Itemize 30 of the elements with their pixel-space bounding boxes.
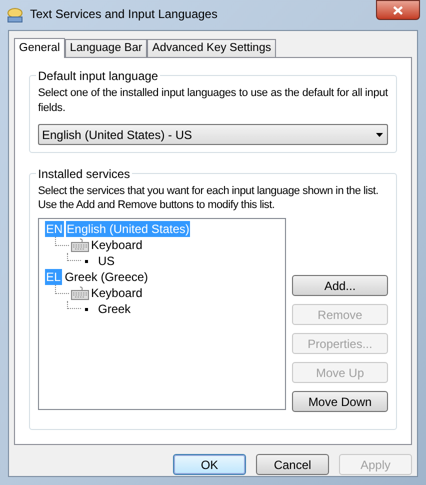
tab[interactable]: Advanced Key Settings xyxy=(147,39,276,57)
group-description: Select the services that you want for each input language shown in the list. xyxy=(38,184,378,198)
tree-item[interactable]: US xyxy=(98,253,115,269)
tab[interactable]: General xyxy=(14,38,65,58)
tree-item[interactable]: Keyboard xyxy=(91,237,142,253)
keyboard-icon xyxy=(71,238,89,252)
close-button[interactable] xyxy=(376,0,420,20)
app-icon xyxy=(7,7,23,23)
dropdown-value: English (United States) - US xyxy=(42,128,194,140)
bullet-icon xyxy=(85,308,88,310)
dialog-button[interactable]: Add... xyxy=(292,275,388,296)
group-description: Select one of the installed input languages to use as the default for all input fields. xyxy=(38,86,388,116)
keyboard-icon xyxy=(71,286,89,300)
language-dropdown[interactable]: English (United States) - US xyxy=(38,124,388,145)
dialog-button[interactable]: OK xyxy=(173,454,246,475)
tab[interactable]: Language Bar xyxy=(64,39,148,57)
dialog-button[interactable]: Move Down xyxy=(292,391,388,412)
services-tree[interactable]: EN English (United States) Keyboard US EL Greek (Greece) Keyboard Greek xyxy=(38,218,286,410)
dialog-button[interactable]: Cancel xyxy=(256,454,329,475)
tree-item[interactable]: Greek xyxy=(98,301,131,317)
tree-item[interactable]: Greek (Greece) xyxy=(64,269,150,285)
group-description: Use the Add and Remove buttons to modify this list. xyxy=(38,198,275,212)
group-title: Default input language xyxy=(36,68,160,84)
language-badge: EN xyxy=(45,221,64,237)
dropdown-arrow-icon xyxy=(376,132,383,136)
close-icon xyxy=(393,6,403,14)
window-title: Text Services and Input Languages xyxy=(30,6,218,22)
language-badge: EL xyxy=(45,269,62,285)
tree-item[interactable]: Keyboard xyxy=(91,285,142,301)
bullet-icon xyxy=(85,260,88,262)
